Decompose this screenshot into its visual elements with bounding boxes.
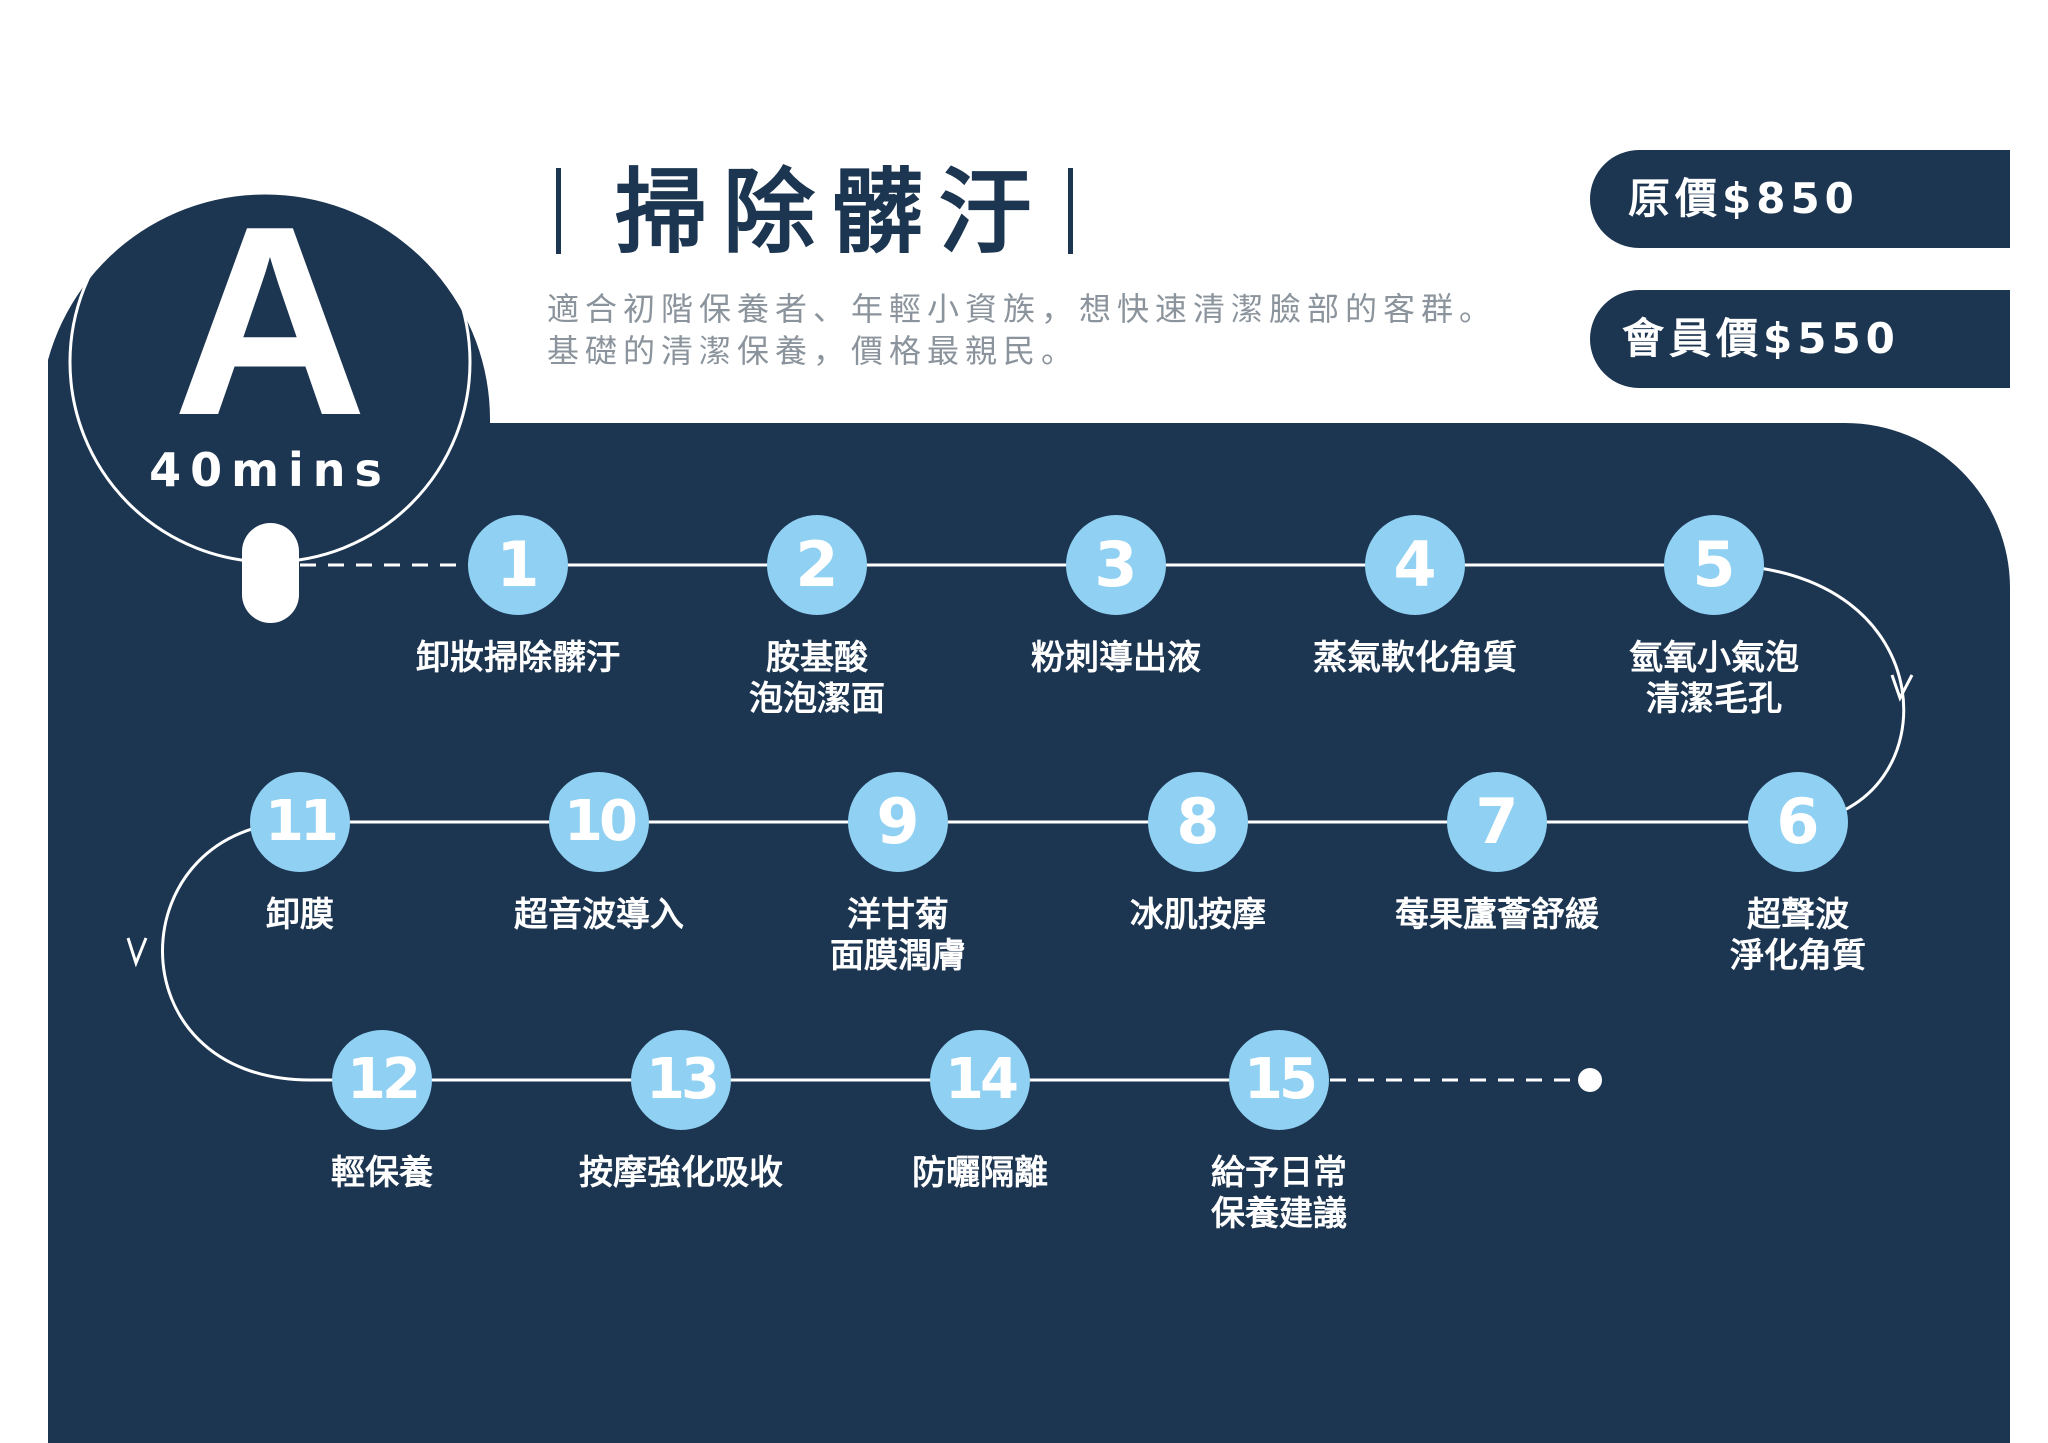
step-number-14: 14 xyxy=(930,1030,1030,1130)
step-label-14: 防曬隔離 xyxy=(840,1153,1120,1194)
step-label-8: 冰肌按摩 xyxy=(1058,895,1338,936)
page-title: 掃除髒汙 xyxy=(615,159,1048,266)
package-letter: A xyxy=(172,171,368,472)
step-label-line: 卸膜 xyxy=(266,895,334,935)
title-left-bar xyxy=(556,168,561,254)
step-label-line: 面膜潤膚 xyxy=(830,936,966,976)
step-label-13: 按摩強化吸收 xyxy=(541,1153,821,1194)
step-label-line: 蒸氣軟化角質 xyxy=(1313,638,1517,678)
step-label-line: 莓果蘆薈舒緩 xyxy=(1395,895,1599,935)
step-number-15: 15 xyxy=(1229,1030,1329,1130)
step-label-3: 粉刺導出液 xyxy=(976,638,1256,679)
step-label-line: 胺基酸 xyxy=(766,638,868,678)
step-label-5: 氫氧小氣泡 清潔毛孔 xyxy=(1574,638,1854,720)
step-label-line: 按摩強化吸收 xyxy=(579,1153,783,1193)
step-number-4: 4 xyxy=(1365,515,1465,615)
step-label-1: 卸妝掃除髒汙 xyxy=(378,638,658,679)
step-label-6: 超聲波 淨化角質 xyxy=(1658,895,1938,977)
step-label-7: 莓果蘆薈舒緩 xyxy=(1357,895,1637,936)
step-label-line: 卸妝掃除髒汙 xyxy=(416,638,620,678)
step-label-line: 泡泡潔面 xyxy=(749,679,885,719)
step-number-9: 9 xyxy=(848,772,948,872)
step-label-line: 防曬隔離 xyxy=(912,1153,1048,1193)
start-marker xyxy=(242,523,299,623)
step-number-5: 5 xyxy=(1664,515,1764,615)
description-line: 適合初階保養者、年輕小資族，想快速清潔臉部的客群。 xyxy=(547,290,1498,328)
step-number-1: 1 xyxy=(468,515,568,615)
step-number-6: 6 xyxy=(1748,772,1848,872)
step-label-line: 超音波導入 xyxy=(514,895,684,935)
step-number-3: 3 xyxy=(1066,515,1166,615)
step-label-line: 給予日常 xyxy=(1211,1153,1347,1193)
step-number-7: 7 xyxy=(1447,772,1547,872)
step-label-line: 氫氧小氣泡 xyxy=(1629,638,1799,678)
step-label-9: 洋甘菊 面膜潤膚 xyxy=(758,895,1038,977)
step-label-12: 輕保養 xyxy=(242,1153,522,1194)
description-line: 基礎的清潔保養，價格最親民。 xyxy=(547,332,1080,370)
step-number-2: 2 xyxy=(767,515,867,615)
step-number-11: 11 xyxy=(250,772,350,872)
member-price: 會員價$550 xyxy=(1622,314,1900,363)
step-number-12: 12 xyxy=(332,1030,432,1130)
end-dot xyxy=(1578,1068,1602,1092)
step-label-line: 清潔毛孔 xyxy=(1646,679,1782,719)
step-number-10: 10 xyxy=(549,772,649,872)
step-number-13: 13 xyxy=(631,1030,731,1130)
step-label-15: 給予日常 保養建議 xyxy=(1139,1153,1419,1235)
step-label-11: 卸膜 xyxy=(160,895,440,936)
step-label-2: 胺基酸 泡泡潔面 xyxy=(677,638,957,720)
step-label-4: 蒸氣軟化角質 xyxy=(1275,638,1555,679)
step-label-line: 洋甘菊 xyxy=(847,895,949,935)
step-label-line: 冰肌按摩 xyxy=(1130,895,1266,935)
step-label-line: 超聲波 xyxy=(1747,895,1849,935)
original-price: 原價$850 xyxy=(1628,174,1859,223)
step-label-line: 保養建議 xyxy=(1211,1194,1347,1234)
step-label-line: 粉刺導出液 xyxy=(1031,638,1201,678)
description: 適合初階保養者、年輕小資族，想快速清潔臉部的客群。 基礎的清潔保養，價格最親民。 xyxy=(547,288,1497,372)
step-label-10: 超音波導入 xyxy=(459,895,739,936)
step-label-line: 淨化角質 xyxy=(1730,936,1866,976)
duration-label: 40mins xyxy=(149,443,391,497)
step-label-line: 輕保養 xyxy=(331,1153,433,1193)
step-number-8: 8 xyxy=(1148,772,1248,872)
title-right-bar xyxy=(1068,168,1073,254)
menu-card: A 40mins 掃除髒汙 適合初階保養者、年輕小資族，想快速清潔臉部的客群。 … xyxy=(0,0,2048,1443)
